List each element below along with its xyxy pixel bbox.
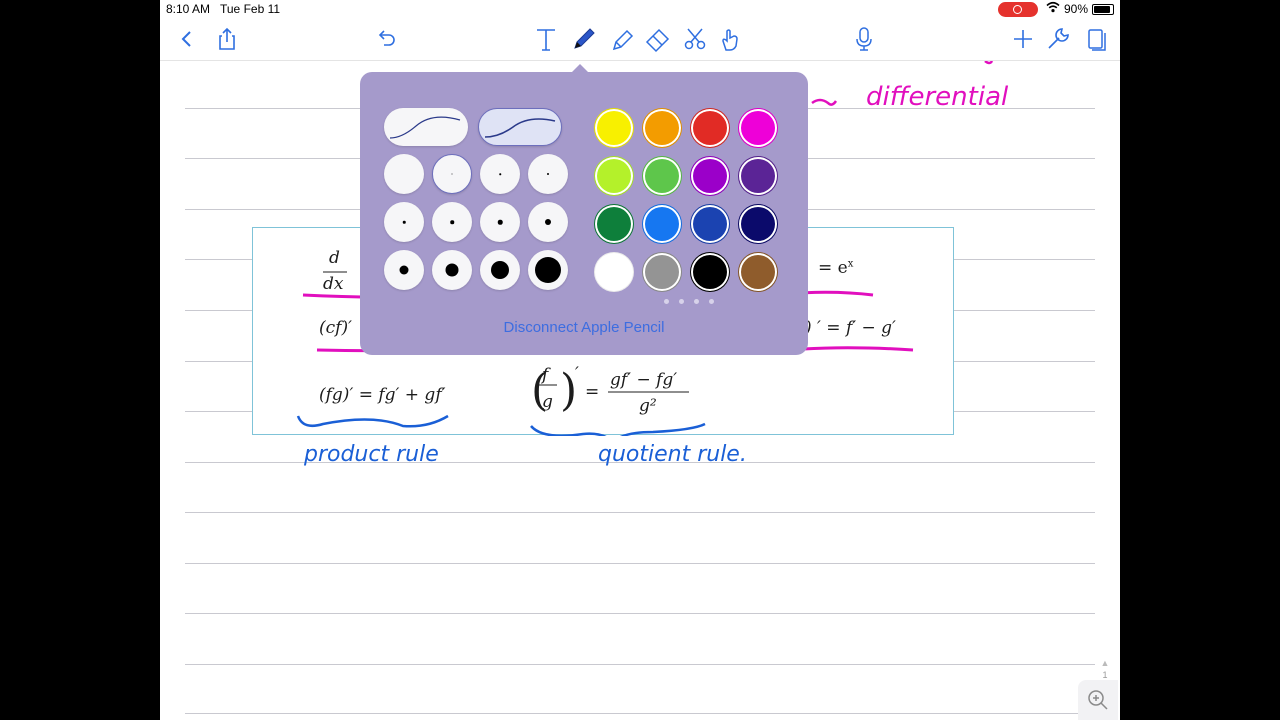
quotient-prime: ′ [575,364,579,384]
deriv-numerator: d [329,248,340,268]
palette-page-dot[interactable] [709,299,714,304]
status-bar: 8:10 AM Tue Feb 11 90% [160,0,1120,18]
share-icon[interactable] [212,24,242,54]
battery-percent: 90% [1064,2,1089,16]
color-swatch[interactable] [738,204,778,244]
text-tool-icon[interactable] [531,24,561,54]
thickness-option[interactable] [480,154,520,194]
color-swatch[interactable] [594,108,634,148]
color-swatch[interactable] [738,252,778,292]
ruled-line [185,713,1095,714]
palette-page-dot[interactable] [694,299,699,304]
exp-rule-result: = ex [818,258,853,278]
thickness-option[interactable] [432,250,472,290]
pen-tool-icon[interactable] [569,24,599,54]
quotient-denominator: g² [639,396,657,416]
exp-rule-base: = e [818,258,848,278]
difference-rule: ) ′ = f′ − g′ [805,318,896,338]
status-time: 8:10 AM [166,2,211,16]
handwriting-annotations: product rule quotient rule. [303,442,747,467]
color-swatch[interactable] [690,156,730,196]
color-swatch[interactable] [738,108,778,148]
back-chevron-icon[interactable] [172,24,202,54]
pages-icon[interactable] [1081,24,1111,54]
color-swatch[interactable] [738,156,778,196]
color-swatch[interactable] [642,252,682,292]
thickness-option[interactable] [528,202,568,242]
thickness-option[interactable] [432,202,472,242]
stroke-style-fine-pen[interactable] [384,108,468,146]
lasso-scissors-icon[interactable] [680,24,710,54]
thickness-option[interactable] [528,154,568,194]
product-rule-formula: (fg)′ = fg′ + gf′ [319,385,446,405]
disconnect-apple-pencil-link[interactable]: Disconnect Apple Pencil [360,319,808,336]
palette-page-dot[interactable] [664,299,669,304]
quotient-lhs-f: f [542,365,549,385]
battery-icon [1092,4,1114,15]
thickness-option-selected[interactable] [432,154,472,194]
color-swatch[interactable] [642,108,682,148]
thickness-option[interactable] [384,250,424,290]
color-swatch[interactable] [594,156,634,196]
highlighter-tool-icon[interactable] [607,24,637,54]
popover-arrow [571,64,589,73]
thickness-option[interactable] [384,154,424,194]
quotient-numerator: gf′ − fg′ [610,370,678,390]
color-swatch[interactable] [690,252,730,292]
constant-multiple-rule: (cf)′ [319,318,352,338]
quotient-equals: = [585,382,600,402]
thickness-option[interactable] [480,202,520,242]
zoom-magnifier-icon [1088,690,1108,710]
color-swatch[interactable] [642,204,682,244]
add-icon[interactable] [1008,24,1038,54]
zoom-button[interactable] [1078,680,1118,720]
thickness-option[interactable] [528,250,568,290]
microphone-icon[interactable] [849,24,879,54]
goodnotes-screen: 8:10 AM Tue Feb 11 90% differential d dx… [160,0,1120,720]
undo-icon[interactable] [371,24,401,54]
handwriting-differential: differential [866,82,1009,112]
toolbar [160,18,1120,61]
annotation-quotient-rule: quotient rule. [598,442,747,467]
color-swatch[interactable] [594,204,634,244]
eraser-tool-icon[interactable] [642,24,672,54]
annotation-product-rule: product rule [303,442,439,467]
color-swatch[interactable] [594,252,634,292]
color-swatch[interactable] [690,204,730,244]
deriv-denominator: dx [323,274,344,294]
ruled-line [185,613,1095,614]
hand-pointer-icon[interactable] [715,24,745,54]
palette-page-dot[interactable] [679,299,684,304]
quotient-lhs-g: g [542,392,553,412]
wrench-icon[interactable] [1043,24,1073,54]
ruled-line [185,664,1095,665]
stroke-style-ball-pen[interactable] [478,108,562,146]
ruled-line [185,512,1095,513]
screen-recording-icon[interactable] [998,2,1038,17]
status-date: Tue Feb 11 [220,2,281,16]
exp-rule-exponent: x [847,258,854,270]
pen-settings-popover: Disconnect Apple Pencil [360,64,808,355]
color-swatch[interactable] [690,108,730,148]
color-swatch[interactable] [642,156,682,196]
thickness-option[interactable] [480,250,520,290]
wifi-icon [1046,1,1060,16]
thickness-option[interactable] [384,202,424,242]
ruled-line [185,563,1095,564]
